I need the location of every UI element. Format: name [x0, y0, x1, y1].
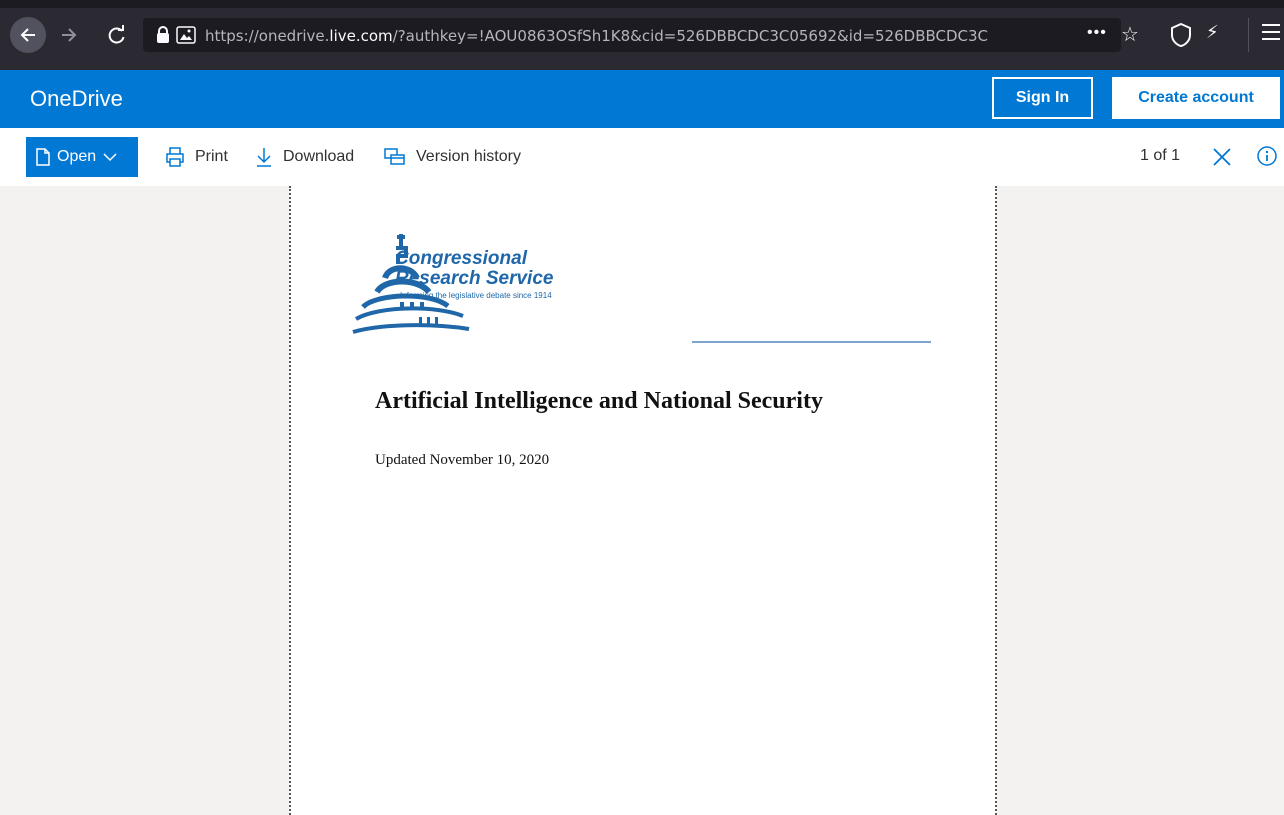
- forward-arrow-icon: [62, 28, 77, 42]
- address-bar[interactable]: https://onedrive.live.com/?authkey=!AOU0…: [143, 18, 1139, 52]
- version-history-icon: [384, 148, 405, 165]
- sign-in-button[interactable]: Sign In: [992, 77, 1093, 119]
- version-history-button[interactable]: Version history: [384, 145, 521, 169]
- document-icon: [36, 148, 50, 166]
- reload-icon: [108, 25, 125, 44]
- document-title: Artificial Intelligence and National Sec…: [375, 388, 823, 414]
- more-icon[interactable]: •••: [1087, 24, 1107, 42]
- url-domain: live.com: [329, 27, 393, 45]
- forward-button[interactable]: [54, 20, 84, 50]
- command-bar: Open Print Download Version history 1 of…: [0, 128, 1284, 186]
- chevron-down-icon: [103, 153, 117, 162]
- back-arrow-icon: [20, 28, 35, 42]
- back-button[interactable]: [10, 17, 46, 53]
- create-account-button[interactable]: Create account: [1112, 77, 1280, 119]
- organization-name-line2: Research Service: [395, 268, 554, 289]
- print-button[interactable]: Print: [165, 145, 228, 169]
- document-date: Updated November 10, 2020: [375, 452, 550, 468]
- open-label: Open: [57, 148, 97, 165]
- bookmark-star-icon[interactable]: ☆: [1121, 22, 1139, 47]
- onedrive-header: OneDrive Sign In Create account: [0, 70, 1284, 128]
- document-page: Congressional Research Service Informing…: [289, 186, 997, 815]
- url-path: /?authkey=!AOU0863OSfSh1K8&cid=526DBBCDC…: [392, 27, 989, 45]
- download-button[interactable]: Download: [255, 145, 354, 169]
- extension-wand-icon[interactable]: ⚡: [1206, 22, 1232, 48]
- download-icon: [257, 148, 271, 167]
- version-history-label: Version history: [416, 148, 521, 165]
- toolbar-separator: [1248, 18, 1249, 52]
- reload-button[interactable]: [102, 20, 132, 50]
- url-prefix: https://onedrive.: [205, 27, 330, 45]
- shield-icon[interactable]: [1170, 22, 1192, 48]
- browser-toolbar: https://onedrive.live.com/?authkey=!AOU0…: [0, 0, 1284, 70]
- url-text[interactable]: https://onedrive.live.com/?authkey=!AOU0…: [205, 26, 1075, 46]
- info-icon[interactable]: [1256, 145, 1278, 167]
- download-label: Download: [283, 148, 355, 165]
- organization-tagline: Informing the legislative debate since 1…: [400, 291, 552, 300]
- lock-icon: [157, 26, 169, 43]
- hamburger-menu-icon[interactable]: [1262, 24, 1280, 46]
- print-label: Print: [195, 148, 228, 165]
- close-icon[interactable]: [1212, 145, 1232, 169]
- document-viewer[interactable]: Congressional Research Service Informing…: [0, 186, 1284, 815]
- page-image-icon[interactable]: [176, 26, 196, 44]
- page-count: 1 of 1: [1140, 147, 1181, 164]
- organization-name-line1: Congressional: [395, 248, 527, 269]
- onedrive-logo[interactable]: OneDrive: [30, 85, 123, 113]
- open-button[interactable]: Open: [26, 137, 138, 177]
- printer-icon: [166, 147, 184, 167]
